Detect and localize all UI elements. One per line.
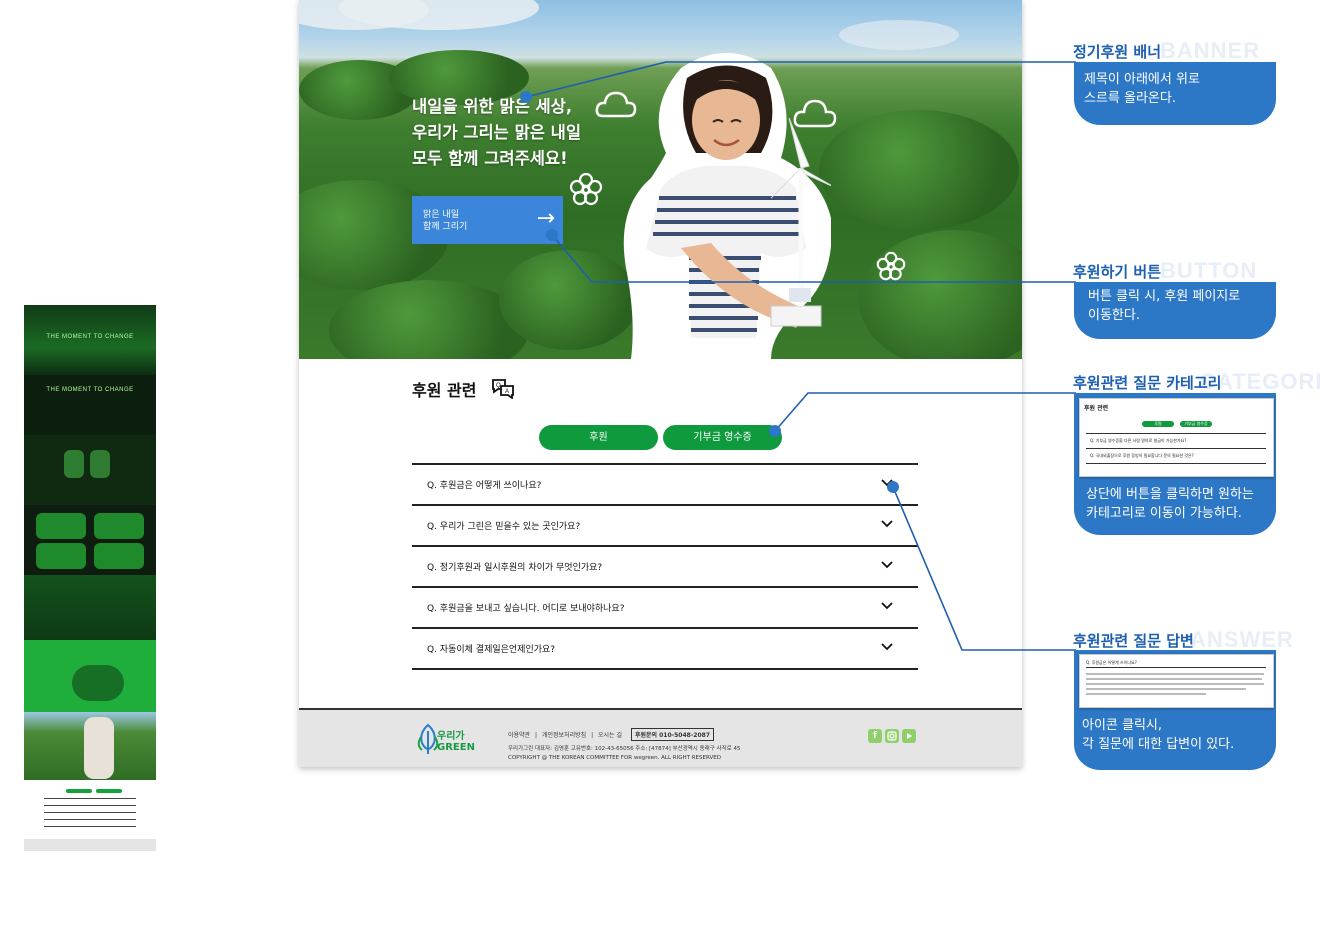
thumb-card [90,450,110,478]
faq-item[interactable]: Q. 자동이체 결제일은언제인가요? [412,629,918,670]
annotation-title-category: 후원관련 질문 카테고리 [1073,374,1222,392]
mini-question: Q. 후원금은 어떻게 쓰이나요? [1086,660,1137,665]
chevron-down-icon[interactable] [880,517,894,531]
annotation-line: 제목이 아래에서 위로 [1084,72,1200,87]
annotation-line: 카테고리로 이동이 가능하다. [1086,506,1242,521]
chevron-down-icon[interactable] [880,599,894,613]
annotation-title-button: 후원하기 버튼 [1073,263,1162,281]
faq-question: Q. 후원금을 보내고 싶습니다. 어디로 보내야하나요? [427,604,625,614]
chevron-down-icon[interactable] [880,476,894,490]
thumb-section-hero [24,305,156,375]
faq-list: Q. 후원금은 어떻게 쓰이나요? Q. 우리가 그린은 믿을수 있는 곳인가요… [412,463,918,670]
thumb-category-button [66,789,92,793]
chevron-down-icon[interactable] [880,640,894,654]
faq-title: 후원 관련 [412,381,477,400]
full-page-thumbnail: THE MOMENT TO CHANGE THE MOMENT TO CHANG… [24,305,156,851]
privacy-policy-link[interactable]: 개인정보처리방침 [542,732,586,739]
facebook-icon[interactable]: f [868,729,882,743]
annotation-bg-word: BUTTON [1160,258,1258,283]
regular-donation-banner: 내일을 위한 맑은 세상, 우리가 그리는 맑은 내일 모두 함께 그려주세요!… [299,0,1022,359]
flower-icon [569,172,603,206]
annotation-title-answer: 후원관련 질문 답변 [1073,632,1194,650]
qa-speech-bubble-icon: Q A [492,379,514,399]
banner-title-line: 내일을 위한 맑은 세상, [412,97,573,116]
thumb-heading-2: THE MOMENT TO CHANGE [46,387,134,393]
donation-page-mockup: 내일을 위한 맑은 세상, 우리가 그리는 맑은 내일 모두 함께 그려주세요!… [299,0,1022,767]
faq-item[interactable]: Q. 후원금은 어떻게 쓰이나요? [412,465,918,506]
faq-question: Q. 자동이체 결제일은언제인가요? [427,645,556,655]
answer-preview-image: Q. 후원금은 어떻게 쓰이나요? [1079,654,1274,708]
footer-logo-text: 우리가 GREEN [437,731,475,753]
annotation-line: 각 질문에 대한 답변이 있다. [1082,737,1235,752]
faq-item[interactable]: Q. 정기후원과 일시후원의 차이가 무엇인가요? [412,547,918,588]
annotation-line: 아이콘 클릭시, [1082,718,1163,733]
banner-title-line: 모두 함께 그려주세요! [412,149,568,168]
svg-text:Q: Q [496,383,501,389]
mini-category-button: 후원 [1142,421,1174,427]
thumb-card [94,543,144,569]
faq-item[interactable]: Q. 후원금을 보내고 싶습니다. 어디로 보내야하나요? [412,588,918,629]
faq-question: Q. 우리가 그린은 믿을수 있는 곳인가요? [427,522,581,532]
mini-question: Q. 국내외출장으로 후원 증빙이 필요합니다 문의 필요한 것은? [1090,453,1194,458]
annotation-line: 스르륵 올라온다. [1084,91,1176,106]
chevron-down-icon[interactable] [880,558,894,572]
category-button-donation[interactable]: 후원 [539,425,658,450]
footer-info: 우리가그린 대표자: 김영훈 고유번호: 102-43-65056 주소: [4… [508,745,740,763]
thumb-image [72,665,124,701]
category-button-receipt[interactable]: 기부금 영수증 [663,425,782,450]
thumb-card [94,513,144,539]
arrow-right-icon: → [536,206,555,231]
annotation-desc-button: 버튼 클릭 시, 후원 페이지로 이동한다. [1074,282,1276,339]
svg-text:A: A [505,389,509,395]
faq-question: Q. 후원금은 어떻게 쓰이나요? [427,481,542,491]
mini-title: 후원 관련 [1084,405,1109,412]
directions-link[interactable]: 오시는 길 [598,732,622,739]
annotation-line: 이동한다. [1088,308,1140,323]
thumb-heading: THE MOMENT TO CHANGE [46,334,134,340]
category-preview-image: 후원 관련 후원 기부금 영수증 Q. 기부금 영수증을 다른 사람 명의로 발… [1079,398,1274,477]
banner-title-line: 우리가 그리는 맑은 내일 [412,123,582,142]
annotation-desc-banner: 제목이 아래에서 위로 스르륵 올라온다. [1074,62,1276,125]
thumb-footer [24,839,156,851]
copyright: COPYRIGHT @ THE KOREAN COMMITTEE FOR weg… [508,755,721,761]
faq-item[interactable]: Q. 우리가 그린은 믿을수 있는 곳인가요? [412,506,918,547]
donation-faq-section: 후원 관련 Q A 후원 기부금 영수증 Q. 후원금은 어떻게 쓰이나요? Q… [299,359,1022,708]
annotation-title-banner: 정기후원 배너 [1073,43,1162,61]
annotation-bg-word: BANNER [1160,38,1261,63]
banner-title: 내일을 위한 맑은 세상, 우리가 그리는 맑은 내일 모두 함께 그려주세요! [412,94,642,172]
annotation-line: 상단에 버튼을 클릭하면 원하는 [1086,487,1254,502]
footer-links: 이용약관 | 개인정보처리방침 | 오시는 길 후원문의 010-5048-20… [508,728,717,741]
donate-button[interactable]: 맑은 내일 함께 그리기 → [412,196,563,244]
logo-line: 우리가 [437,731,465,742]
mini-category-button: 기부금 영수증 [1180,421,1212,427]
thumb-card [36,543,86,569]
logo-line: GREEN [437,742,475,753]
thumb-section-intro [24,375,156,435]
flower-icon [876,251,906,281]
divider: | [535,732,538,739]
thumb-girl [84,717,114,779]
instagram-icon[interactable] [885,729,899,743]
divider: | [591,732,594,739]
terms-link[interactable]: 이용약관 [508,732,530,739]
thumb-category-button [96,789,122,793]
thumb-card [64,450,84,478]
thumb-card [36,513,86,539]
faq-question: Q. 정기후원과 일시후원의 차이가 무엇인가요? [427,563,603,573]
thumb-section-sprout [24,575,156,640]
company-info: 우리가그린 대표자: 김영훈 고유번호: 102-43-65056 주소: [4… [508,746,741,752]
annotation-line: 버튼 클릭 시, 후원 페이지로 [1088,289,1241,304]
child-with-windmill-image [623,53,831,359]
youtube-icon[interactable] [902,729,916,743]
donation-phone: 후원문의 010-5048-2087 [630,728,715,741]
mini-question: Q. 기부금 영수증을 다른 사람 명의로 발급이 가능한가요? [1090,438,1187,443]
tree-logo-icon [417,723,439,754]
footer: 우리가 GREEN 이용약관 | 개인정보처리방침 | 오시는 길 후원문의 0… [299,708,1022,767]
